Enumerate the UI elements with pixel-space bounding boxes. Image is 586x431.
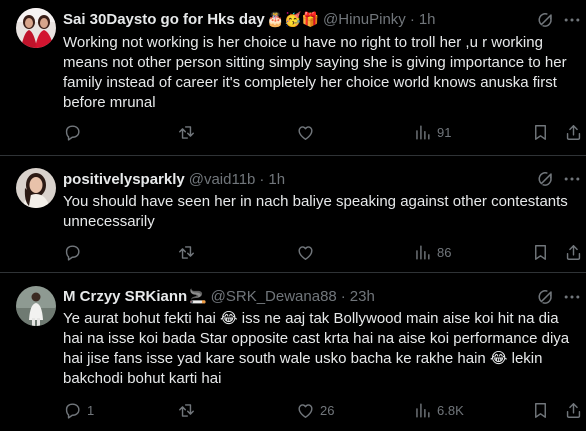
views-icon xyxy=(413,243,432,262)
display-name[interactable]: positivelysparkly xyxy=(63,171,185,188)
tweet-text: Working not working is her choice u have… xyxy=(63,34,567,111)
tweet[interactable]: M Crzyy SRKiann 🚬 @SRK_Dewana88 · 23h Ye… xyxy=(0,273,586,431)
share-button[interactable] xyxy=(564,242,583,262)
like-count: 26 xyxy=(320,402,335,418)
repost-icon xyxy=(177,401,196,420)
repost-icon xyxy=(177,243,196,262)
repost-button[interactable] xyxy=(177,122,201,142)
like-button[interactable]: 26 xyxy=(296,400,334,420)
like-icon xyxy=(296,123,315,142)
view-count: 91 xyxy=(437,124,452,140)
bookmark-button[interactable] xyxy=(531,122,550,142)
more-options-icon[interactable] xyxy=(562,287,582,307)
display-name[interactable]: Sai 30Daysto go for Hks day xyxy=(63,11,265,28)
user-handle[interactable]: @HinuPinky xyxy=(323,11,406,28)
user-handle[interactable]: @SRK_Dewana88 xyxy=(211,288,337,305)
avatar[interactable] xyxy=(16,286,56,326)
timestamp[interactable]: 1h xyxy=(419,11,436,28)
timeline-feed: Sai 30Daysto go for Hks day 🎂🥳🎁 @HinuPin… xyxy=(0,0,586,431)
separator-dot: · xyxy=(259,170,265,188)
reply-icon xyxy=(63,123,82,142)
avatar[interactable] xyxy=(16,168,56,208)
reply-icon xyxy=(63,243,82,262)
reply-icon xyxy=(63,401,82,420)
timestamp[interactable]: 23h xyxy=(350,288,375,305)
tweet-header: positivelysparkly @vaid11b · 1h xyxy=(63,169,285,189)
user-handle[interactable]: @vaid11b xyxy=(189,171,256,188)
reply-button[interactable]: 1 xyxy=(63,400,94,420)
views-button[interactable]: 86 xyxy=(413,242,451,262)
grok-icon[interactable] xyxy=(536,169,556,189)
views-icon xyxy=(413,123,432,142)
tweet-header: M Crzyy SRKiann 🚬 @SRK_Dewana88 · 23h xyxy=(63,286,375,306)
tweet-text: You should have seen her in nach baliye … xyxy=(63,193,568,230)
repost-button[interactable] xyxy=(177,400,201,420)
share-icon xyxy=(564,243,583,262)
grok-icon[interactable] xyxy=(536,287,556,307)
reply-button[interactable] xyxy=(63,122,87,142)
name-emoji: 🚬 xyxy=(189,287,207,304)
reply-button[interactable] xyxy=(63,242,87,262)
separator-dot: · xyxy=(409,10,415,28)
tweet-text: Ye aurat bohut fekti hai 😂 iss ne aaj ta… xyxy=(63,310,570,387)
bookmark-icon xyxy=(531,243,550,262)
name-emoji: 🎂🥳🎁 xyxy=(266,10,320,27)
reply-count: 1 xyxy=(87,402,95,418)
tweet[interactable]: positivelysparkly @vaid11b · 1h You shou… xyxy=(0,156,586,271)
more-options-icon[interactable] xyxy=(562,169,582,189)
share-button[interactable] xyxy=(564,122,583,142)
repost-button[interactable] xyxy=(177,242,201,262)
avatar[interactable] xyxy=(16,8,56,48)
views-button[interactable]: 6.8K xyxy=(413,400,464,420)
like-button[interactable] xyxy=(296,122,320,142)
tweet[interactable]: Sai 30Daysto go for Hks day 🎂🥳🎁 @HinuPin… xyxy=(0,0,586,155)
repost-icon xyxy=(177,123,196,142)
like-button[interactable] xyxy=(296,242,320,262)
more-options-icon[interactable] xyxy=(562,10,582,30)
display-name[interactable]: M Crzyy SRKiann xyxy=(63,288,187,305)
like-icon xyxy=(296,243,315,262)
like-icon xyxy=(296,401,315,420)
share-icon xyxy=(564,123,583,142)
view-count: 6.8K xyxy=(437,402,464,418)
views-icon xyxy=(413,401,432,420)
bookmark-button[interactable] xyxy=(531,400,550,420)
share-icon xyxy=(564,401,583,420)
timestamp[interactable]: 1h xyxy=(268,171,285,188)
bookmark-button[interactable] xyxy=(531,242,550,262)
views-button[interactable]: 91 xyxy=(413,122,451,142)
grok-icon[interactable] xyxy=(536,10,556,30)
separator-dot: · xyxy=(340,287,346,305)
share-button[interactable] xyxy=(564,400,583,420)
tweet-header: Sai 30Daysto go for Hks day 🎂🥳🎁 @HinuPin… xyxy=(63,9,436,29)
view-count: 86 xyxy=(437,244,452,260)
bookmark-icon xyxy=(531,401,550,420)
bookmark-icon xyxy=(531,123,550,142)
